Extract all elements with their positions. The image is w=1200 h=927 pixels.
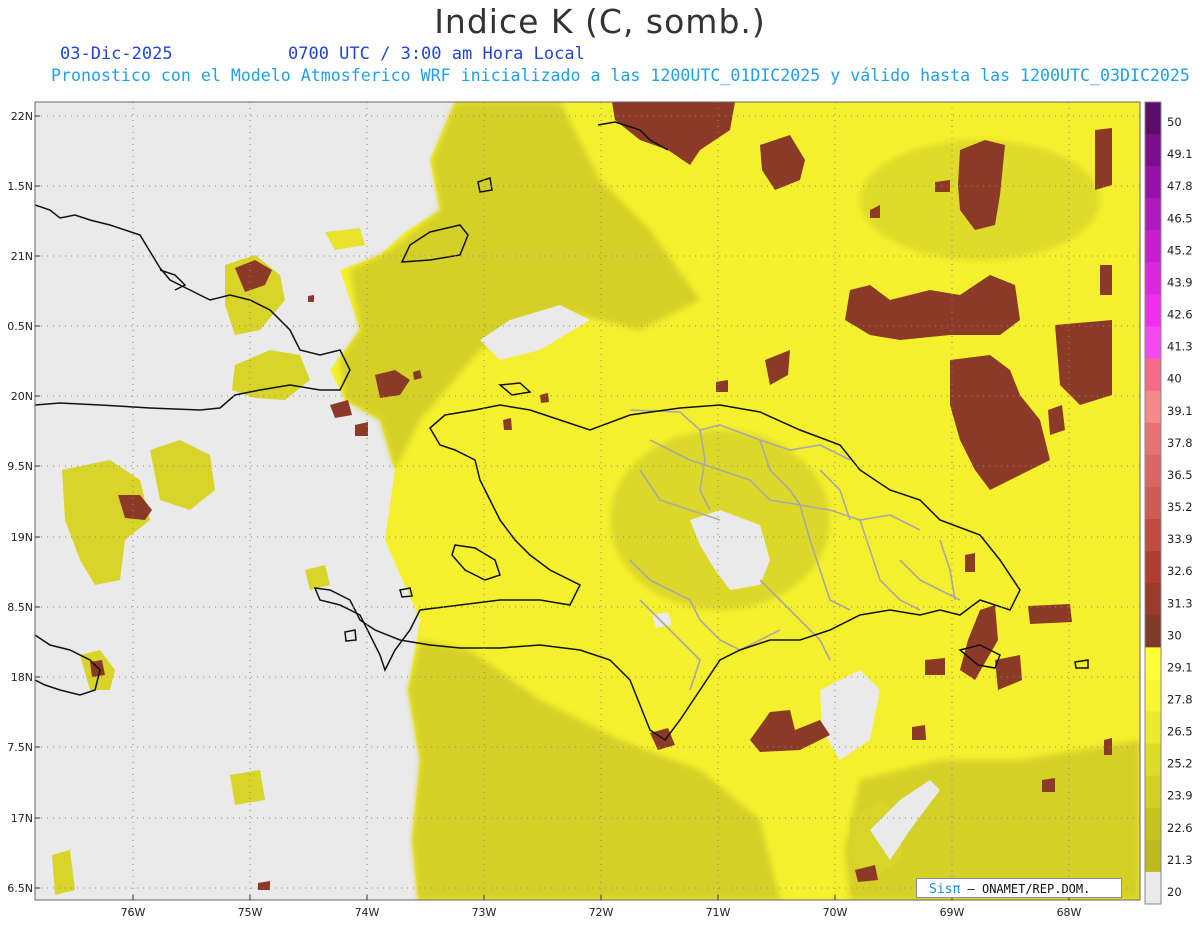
lat-tick-label: 8.5N bbox=[7, 601, 33, 614]
lon-tick-label: 73W bbox=[472, 906, 497, 919]
colorbar-segment bbox=[1145, 326, 1161, 360]
storm-cell bbox=[1048, 405, 1065, 435]
colorbar-segment bbox=[1145, 166, 1161, 199]
colorbar-segment bbox=[1145, 807, 1161, 841]
colorbar-label: 47.8 bbox=[1167, 179, 1193, 193]
lat-tick-label: 19N bbox=[11, 531, 33, 544]
sispi-logo-text: Sisπ bbox=[929, 882, 961, 897]
lon-tick-label: 70W bbox=[823, 906, 848, 919]
colorbar-segment bbox=[1145, 102, 1161, 135]
lat-tick-label: 21N bbox=[11, 250, 33, 263]
colorbar-segment bbox=[1145, 390, 1161, 424]
colorbar-segment bbox=[1145, 743, 1161, 777]
lon-tick-label: 74W bbox=[355, 906, 380, 919]
colorbar-label: 30 bbox=[1167, 628, 1182, 642]
storm-cell bbox=[965, 553, 975, 572]
lat-tick-label: 9.5N bbox=[7, 460, 33, 473]
storm-cell bbox=[925, 658, 945, 675]
colorbar-label: 22.6 bbox=[1167, 821, 1193, 835]
k-index-field bbox=[35, 102, 1140, 900]
colorbar-segment bbox=[1145, 134, 1161, 167]
colorbar-label: 26.5 bbox=[1167, 725, 1193, 739]
colorbar-segment bbox=[1145, 519, 1161, 552]
colorbar-segment bbox=[1145, 230, 1161, 263]
storm-cell bbox=[1095, 128, 1112, 190]
credit-text: – ONAMET/REP.DOM. bbox=[960, 882, 1091, 896]
colorbar-label: 36.5 bbox=[1167, 468, 1193, 482]
colorbar-segment bbox=[1145, 679, 1161, 713]
lon-tick-label: 75W bbox=[238, 906, 263, 919]
colorbar-label: 45.2 bbox=[1167, 243, 1193, 257]
lon-tick-label: 69W bbox=[940, 906, 965, 919]
colorbar-label: 35.2 bbox=[1167, 500, 1193, 514]
storm-cell bbox=[1042, 778, 1055, 792]
colorbar-segment bbox=[1145, 454, 1161, 488]
credit-box: Sisπ – ONAMET/REP.DOM. bbox=[916, 878, 1122, 898]
colorbar-label: 39.1 bbox=[1167, 404, 1193, 418]
storm-cell bbox=[308, 295, 314, 302]
colorbar-label: 46.5 bbox=[1167, 211, 1193, 225]
colorbar-label: 37.8 bbox=[1167, 436, 1193, 450]
colorbar-segment bbox=[1145, 615, 1161, 648]
colorbar-segment bbox=[1145, 422, 1161, 456]
colorbar-segment bbox=[1145, 583, 1161, 616]
colorbar-segment bbox=[1145, 647, 1161, 680]
colorbar-segment bbox=[1145, 486, 1161, 520]
colorbar-label: 27.8 bbox=[1167, 693, 1193, 707]
colorbar-segment bbox=[1145, 358, 1161, 392]
lat-tick-label: 18N bbox=[11, 671, 33, 684]
colorbar-segment bbox=[1145, 711, 1161, 745]
colorbar-segment bbox=[1145, 775, 1161, 809]
lon-tick-label: 76W bbox=[121, 906, 146, 919]
lat-tick-label: 22N bbox=[11, 110, 33, 123]
lon-tick-label: 68W bbox=[1057, 906, 1082, 919]
colorbar-label: 31.3 bbox=[1167, 596, 1193, 610]
colorbar-segment bbox=[1145, 871, 1161, 905]
lat-tick-label: 6.5N bbox=[7, 882, 33, 895]
colorbar-label: 49.1 bbox=[1167, 147, 1193, 161]
lat-tick-label: 17N bbox=[11, 812, 33, 825]
forecast-map: 22N 1.5N 21N 0.5N 20N 9.5N 19N 8.5N 18N 7.5N 17N 6.… bbox=[7, 101, 1193, 919]
colorbar-label: 33.9 bbox=[1167, 532, 1193, 546]
colorbar-label: 23.9 bbox=[1167, 789, 1193, 803]
colorbar-label: 20 bbox=[1167, 885, 1182, 899]
colorbar-label: 41.3 bbox=[1167, 340, 1193, 354]
colorbar-segment bbox=[1145, 262, 1161, 295]
colorbar: 50 49.1 47.8 46.5 45.2 43.9 42.6 41.3 40 39.1 37.8… bbox=[1144, 101, 1193, 905]
lat-tick-label: 1.5N bbox=[7, 180, 33, 193]
colorbar-segment bbox=[1145, 198, 1161, 231]
colorbar-label: 29.1 bbox=[1167, 660, 1193, 674]
colorbar-label: 42.6 bbox=[1167, 308, 1193, 322]
colorbar-label: 50 bbox=[1167, 115, 1182, 129]
storm-cell bbox=[1100, 265, 1112, 295]
colorbar-segment bbox=[1145, 294, 1161, 328]
storm-cell bbox=[912, 725, 926, 740]
colorbar-label: 40 bbox=[1167, 372, 1182, 386]
lat-tick-label: 0.5N bbox=[7, 320, 33, 333]
lat-tick-label: 7.5N bbox=[7, 741, 33, 754]
colorbar-label: 21.3 bbox=[1167, 853, 1193, 867]
patch-west-south bbox=[230, 770, 265, 805]
lat-tick-label: 20N bbox=[11, 390, 33, 403]
colorbar-label: 25.2 bbox=[1167, 757, 1193, 771]
colorbar-label: 32.6 bbox=[1167, 564, 1193, 578]
colorbar-segment bbox=[1145, 551, 1161, 584]
lon-tick-label: 71W bbox=[706, 906, 731, 919]
storm-cell bbox=[503, 418, 512, 430]
colorbar-segment bbox=[1145, 839, 1161, 873]
lon-tick-label: 72W bbox=[589, 906, 614, 919]
colorbar-label: 43.9 bbox=[1167, 275, 1193, 289]
storm-cell bbox=[1104, 738, 1112, 755]
